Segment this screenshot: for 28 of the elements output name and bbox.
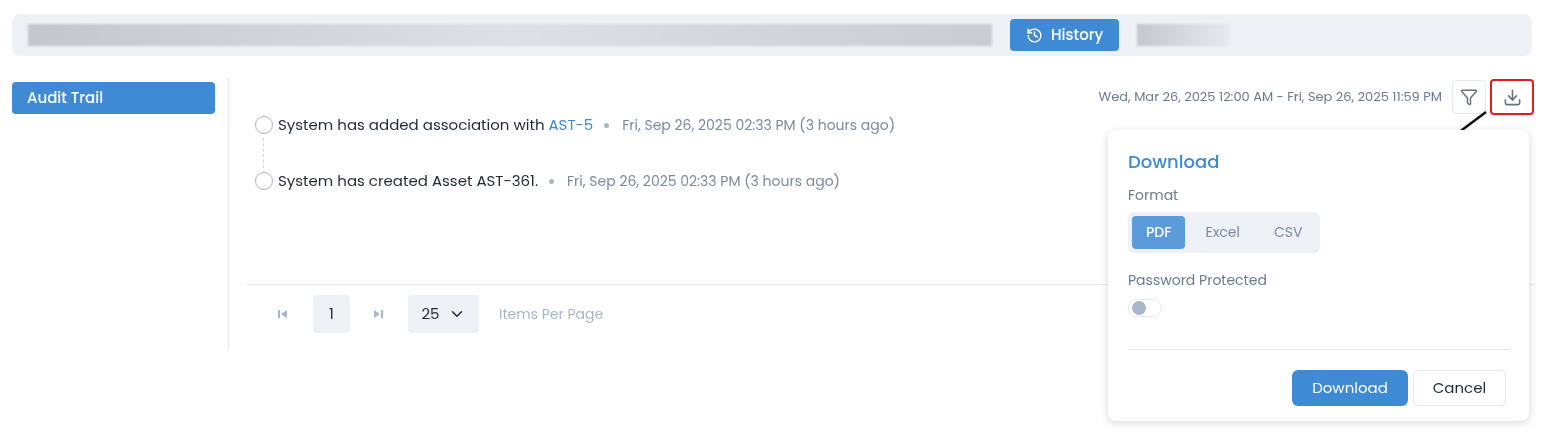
popup-title: Download — [1128, 148, 1221, 175]
timeline-text: System has created Asset AST-361. — [278, 169, 539, 193]
format-label: Format — [1128, 185, 1180, 206]
format-option[interactable]: PDF — [1132, 216, 1186, 249]
password-label: Password Protected — [1128, 270, 1268, 291]
timeline-time: Fri, Sep 26, 2025 02:33 PM (3 hours ago) — [567, 170, 840, 192]
items-per-page-label: Items Per Page — [499, 303, 604, 325]
history-icon — [1026, 26, 1043, 44]
sidebar-item[interactable]: Audit Trail — [12, 82, 215, 114]
download-button[interactable] — [1490, 79, 1534, 115]
first-page-icon — [277, 308, 289, 320]
format-option[interactable]: CSV — [1260, 216, 1317, 249]
history-button[interactable]: History — [1010, 19, 1120, 51]
page-button[interactable]: 1 — [313, 295, 350, 333]
filter-button[interactable] — [1452, 80, 1486, 114]
timeline-time: Fri, Sep 26, 2025 02:33 PM (3 hours ago) — [622, 114, 896, 136]
format-option[interactable]: Excel — [1191, 216, 1254, 249]
password-toggle[interactable] — [1128, 299, 1162, 317]
timeline-text: System has added association with — [278, 113, 545, 137]
cancel-button[interactable]: Cancel — [1413, 370, 1506, 406]
download-icon — [1502, 87, 1522, 107]
filter-icon — [1460, 88, 1478, 106]
last-page-icon — [372, 308, 384, 320]
asset-link[interactable]: AST-5 — [548, 113, 594, 137]
download-confirm-button[interactable]: Download — [1292, 370, 1408, 406]
page-size-select[interactable]: 25 — [408, 295, 479, 333]
next-page-button[interactable] — [372, 308, 386, 320]
date-range: Wed, Mar 26, 2025 12:00 AM - Fri, Sep 26, 2025 11:59 PM — [1098, 87, 1442, 107]
